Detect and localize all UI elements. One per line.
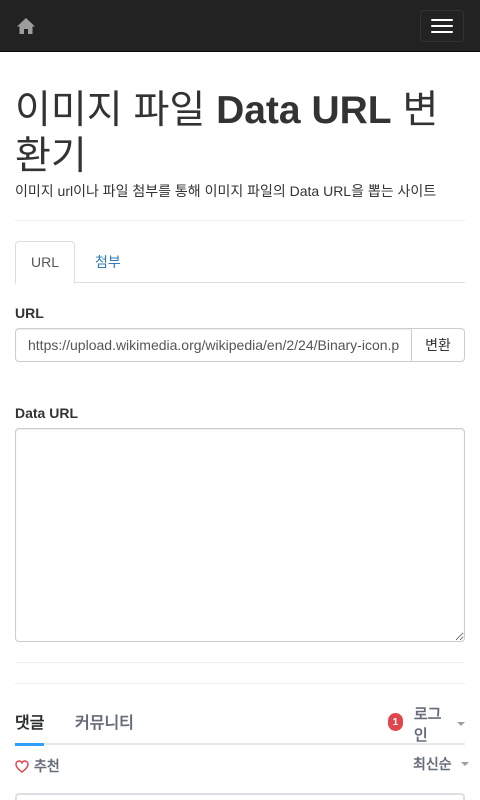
- navbar-toggle-button[interactable]: [420, 10, 464, 42]
- url-input-wrapper: [15, 328, 412, 362]
- login-label: 로그인: [413, 706, 442, 744]
- hamburger-icon-bar: [431, 25, 453, 27]
- divider: [15, 662, 465, 663]
- home-button[interactable]: [14, 14, 38, 38]
- page-subtitle: 이미지 url이나 파일 첨부를 통해 이미지 파일의 Data URL을 뽑는…: [15, 183, 437, 199]
- comments-nav: 댓글 커뮤니티 1 로그인: [15, 704, 465, 746]
- page-title-bold: Data URL: [216, 89, 392, 132]
- navbar: [0, 0, 480, 52]
- recommend-label: 추천: [34, 758, 60, 774]
- dataurl-textarea[interactable]: [15, 428, 465, 642]
- divider: [15, 220, 465, 221]
- notification-badge[interactable]: 1: [388, 713, 403, 731]
- url-label: URL: [15, 305, 44, 321]
- page-title-prefix: 이미지 파일: [15, 89, 217, 132]
- tab-community[interactable]: 커뮤니티: [75, 714, 134, 734]
- chevron-down-icon: [457, 722, 465, 726]
- tab-bar: URL 첨부: [15, 241, 465, 284]
- tab-comments[interactable]: 댓글: [15, 714, 45, 746]
- home-icon: [17, 18, 35, 34]
- recommend-button[interactable]: 추천: [15, 756, 60, 776]
- page-title: 이미지 파일 Data URL 변환기: [15, 88, 470, 180]
- tab-attach[interactable]: 첨부: [79, 241, 137, 283]
- tab-url[interactable]: URL: [15, 241, 75, 284]
- dataurl-label: Data URL: [15, 405, 79, 421]
- heart-icon: [15, 759, 29, 773]
- hamburger-icon-bar: [431, 19, 453, 21]
- url-input[interactable]: [16, 329, 411, 361]
- comment-input-box[interactable]: [15, 793, 465, 800]
- chevron-down-icon: [460, 762, 469, 766]
- login-menu[interactable]: 1 로그인: [388, 706, 465, 744]
- sort-dropdown[interactable]: 최신순: [413, 754, 469, 774]
- convert-button[interactable]: 변환: [411, 328, 465, 362]
- hamburger-icon-bar: [431, 31, 453, 33]
- divider: [15, 683, 465, 684]
- sort-label: 최신순: [413, 756, 452, 772]
